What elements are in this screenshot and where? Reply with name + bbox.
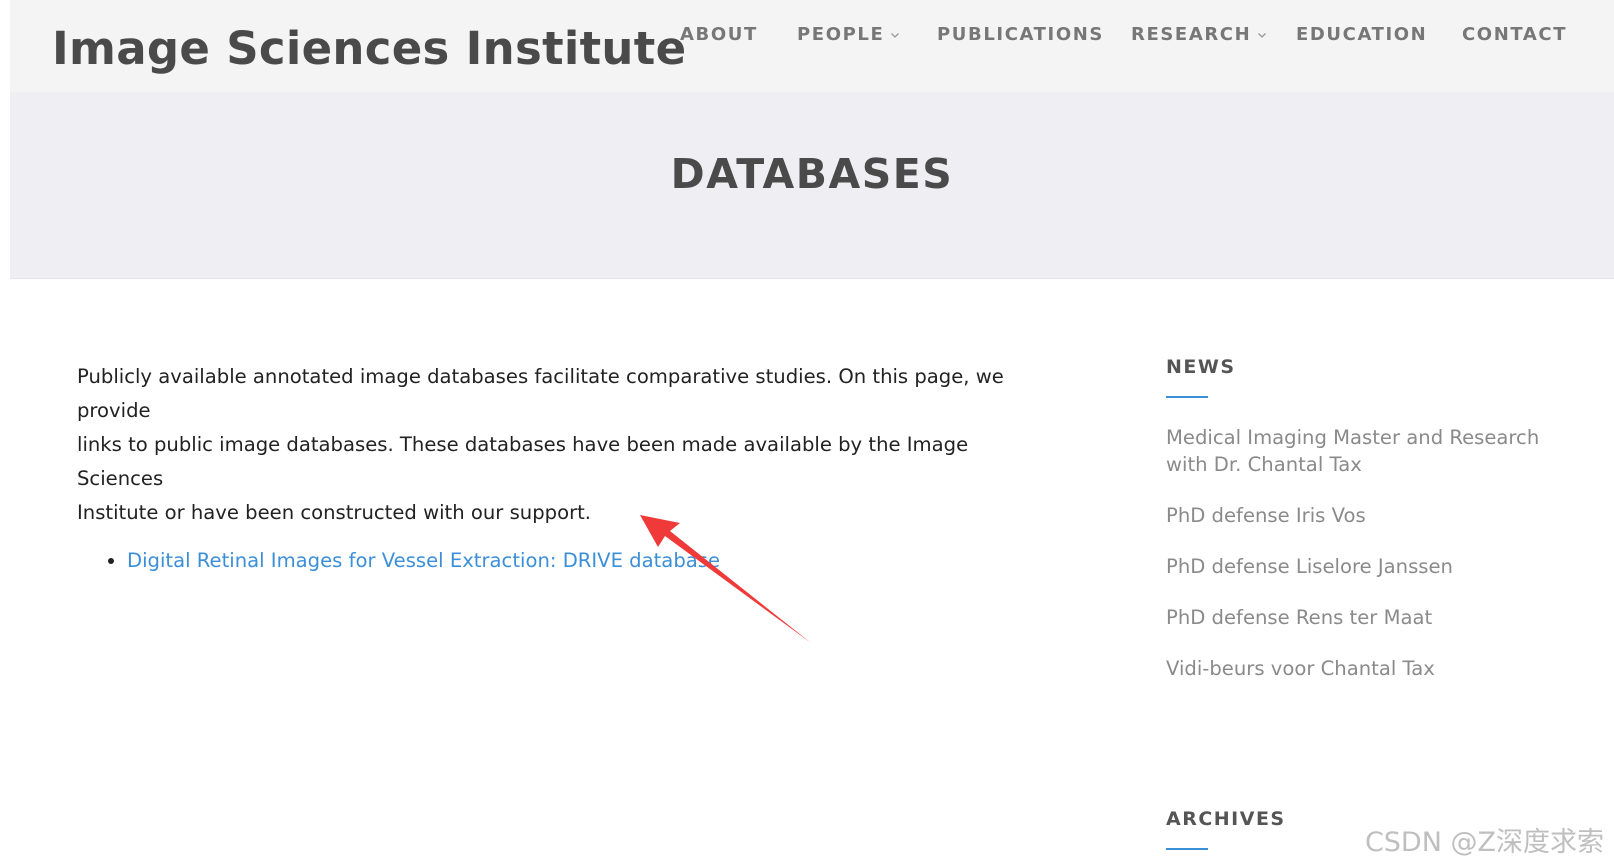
nav-people-label: PEOPLE [797, 24, 885, 45]
nav-contact-label: CONTACT [1462, 24, 1568, 45]
nav-education-label: EDUCATION [1296, 24, 1428, 45]
nav-contact[interactable]: CONTACT [1462, 24, 1567, 45]
news-title-underline [1166, 396, 1208, 398]
intro-line: Institute or have been constructed with … [77, 501, 592, 524]
main-nav: ABOUT PEOPLE PUBLICATIONS RESEARCH EDUCA… [10, 24, 1614, 54]
nav-research[interactable]: RESEARCH [1131, 24, 1267, 45]
main-content: Publicly available annotated image datab… [77, 360, 1037, 576]
page-title: DATABASES [670, 150, 954, 198]
nav-publications-label: PUBLICATIONS [937, 24, 1104, 45]
nav-research-label: RESEARCH [1131, 24, 1252, 45]
news-list: Medical Imaging Master and Research with… [1166, 424, 1566, 682]
page-banner: DATABASES [10, 92, 1614, 279]
nav-education[interactable]: EDUCATION [1296, 24, 1427, 45]
archives-title-underline [1166, 848, 1208, 850]
news-item[interactable]: PhD defense Iris Vos [1166, 502, 1566, 529]
nav-people[interactable]: PEOPLE [797, 24, 900, 45]
sidebar: NEWS Medical Imaging Master and Research… [1166, 356, 1566, 706]
site-header: Image Sciences Institute ABOUT PEOPLE PU… [10, 0, 1614, 92]
news-item[interactable]: Vidi-beurs voor Chantal Tax [1166, 655, 1566, 682]
intro-paragraph: Publicly available annotated image datab… [77, 360, 1037, 530]
intro-line: links to public image databases. These d… [77, 433, 969, 490]
chevron-down-icon [890, 30, 900, 40]
nav-about[interactable]: ABOUT [680, 24, 758, 45]
nav-about-label: ABOUT [680, 24, 758, 45]
news-item[interactable]: PhD defense Rens ter Maat [1166, 604, 1566, 631]
intro-line: Publicly available annotated image datab… [77, 365, 1004, 422]
watermark: CSDN @Z深度求索 [1364, 827, 1604, 858]
chevron-down-icon [1257, 30, 1267, 40]
archives-title: ARCHIVES [1166, 808, 1286, 830]
archives-widget: ARCHIVES [1166, 808, 1286, 850]
news-item[interactable]: Medical Imaging Master and Research with… [1166, 424, 1566, 478]
news-item[interactable]: PhD defense Liselore Janssen [1166, 553, 1566, 580]
annotation-arrow-icon [640, 515, 811, 643]
news-title: NEWS [1166, 356, 1236, 378]
list-item: Digital Retinal Images for Vessel Extrac… [127, 546, 1037, 576]
database-list: Digital Retinal Images for Vessel Extrac… [77, 546, 1037, 576]
nav-publications[interactable]: PUBLICATIONS [937, 24, 1104, 45]
drive-database-link[interactable]: Digital Retinal Images for Vessel Extrac… [127, 549, 720, 572]
